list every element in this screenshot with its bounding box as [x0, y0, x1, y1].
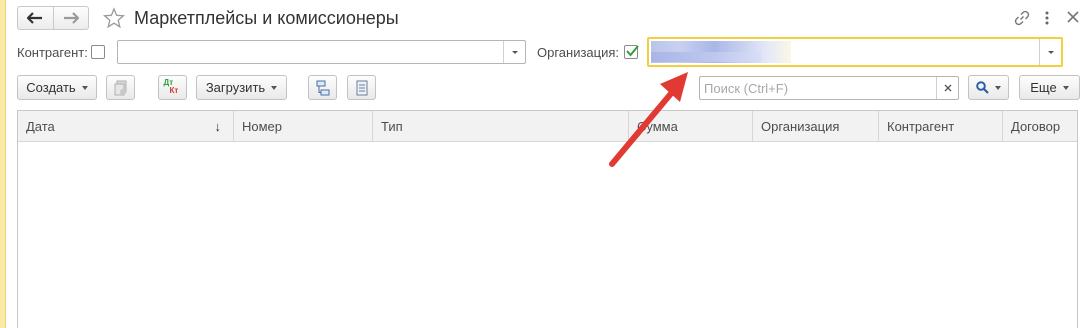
search-clear-button[interactable] — [936, 77, 958, 99]
command-bar: Создать Дт Кт Загрузить Поиск (Ctrl+F) Е… — [17, 75, 1080, 101]
column-header[interactable]: Дата ↓ — [18, 111, 234, 141]
column-header[interactable]: Номер — [234, 111, 373, 141]
back-button[interactable] — [18, 7, 53, 29]
caret-down-icon — [995, 85, 1001, 90]
chevron-down-icon — [1047, 50, 1054, 54]
link-icon[interactable] — [1014, 10, 1030, 26]
navigation-buttons — [17, 6, 89, 30]
create-button-label: Создать — [26, 80, 76, 95]
column-header-label: Договор — [1011, 119, 1061, 134]
filter-row: Контрагент: Организация: — [17, 37, 1080, 67]
caret-down-icon — [1062, 85, 1069, 90]
search-input[interactable] — [700, 77, 936, 99]
structure-button[interactable] — [308, 75, 337, 100]
counterparty-dropdown-button[interactable] — [503, 41, 525, 63]
create-button[interactable]: Создать — [17, 75, 97, 100]
caret-down-icon — [271, 85, 278, 90]
sort-descending-icon: ↓ — [214, 119, 222, 134]
column-header[interactable]: Контрагент — [879, 111, 1003, 141]
table-header: Дата ↓ Номер Тип Сумма Организация Контрагент Д… — [18, 111, 1077, 142]
page-title: Маркетплейсы и комиссионеры — [134, 8, 399, 28]
organization-select[interactable] — [647, 37, 1063, 67]
debit-credit-icon: Дт Кт — [164, 78, 182, 96]
column-header-label: Тип — [381, 119, 403, 134]
organization-dropdown-button[interactable] — [1039, 39, 1061, 65]
column-header-label: Дата — [26, 119, 55, 134]
column-header-label: Сумма — [637, 119, 678, 134]
column-header[interactable]: Тип — [373, 111, 629, 141]
counterparty-checkbox[interactable] — [91, 45, 105, 59]
chevron-down-icon — [511, 50, 518, 54]
arrow-right-icon — [63, 12, 79, 24]
document-copy-icon — [114, 80, 126, 95]
column-header-label: Контрагент — [887, 119, 955, 134]
column-header[interactable]: Договор — [1003, 111, 1079, 141]
favorite-star-icon[interactable] — [103, 7, 125, 29]
checkmark-icon — [626, 45, 639, 57]
counterparty-select[interactable] — [117, 40, 526, 64]
more-vertical-icon[interactable] — [1042, 10, 1052, 26]
documents-table[interactable]: Дата ↓ Номер Тип Сумма Организация Контрагент Д… — [17, 110, 1078, 328]
column-header-label: Номер — [242, 119, 283, 134]
load-button[interactable]: Загрузить — [196, 75, 287, 100]
organization-checkbox[interactable] — [624, 45, 639, 59]
close-icon[interactable] — [1066, 10, 1080, 24]
arrow-left-icon — [27, 12, 43, 24]
column-header-label: Организация — [761, 119, 840, 134]
more-button-label: Еще — [1030, 80, 1057, 95]
list-report-icon — [356, 80, 367, 95]
document-structure-icon — [316, 80, 329, 95]
more-button[interactable]: Еще — [1019, 75, 1080, 100]
caret-down-icon — [81, 85, 88, 90]
search-field[interactable] — [699, 76, 959, 100]
search-options-button[interactable] — [968, 75, 1009, 100]
debit-credit-button[interactable]: Дт Кт — [158, 75, 187, 100]
title-bar: Маркетплейсы и комиссионеры — [17, 6, 1080, 32]
search-icon — [976, 81, 989, 94]
load-button-label: Загрузить — [205, 80, 266, 95]
credit-label: Кт — [169, 85, 179, 95]
copy-document-button[interactable] — [106, 75, 135, 100]
counterparty-label: Контрагент: — [17, 45, 88, 60]
column-header[interactable]: Организация — [753, 111, 879, 141]
organization-label: Организация: — [537, 45, 620, 60]
window-left-edge — [0, 0, 6, 328]
close-icon — [944, 84, 951, 92]
report-button[interactable] — [347, 75, 376, 100]
organization-value-redacted-line — [651, 52, 761, 62]
column-header[interactable]: Сумма — [629, 111, 753, 141]
forward-button[interactable] — [52, 7, 89, 29]
